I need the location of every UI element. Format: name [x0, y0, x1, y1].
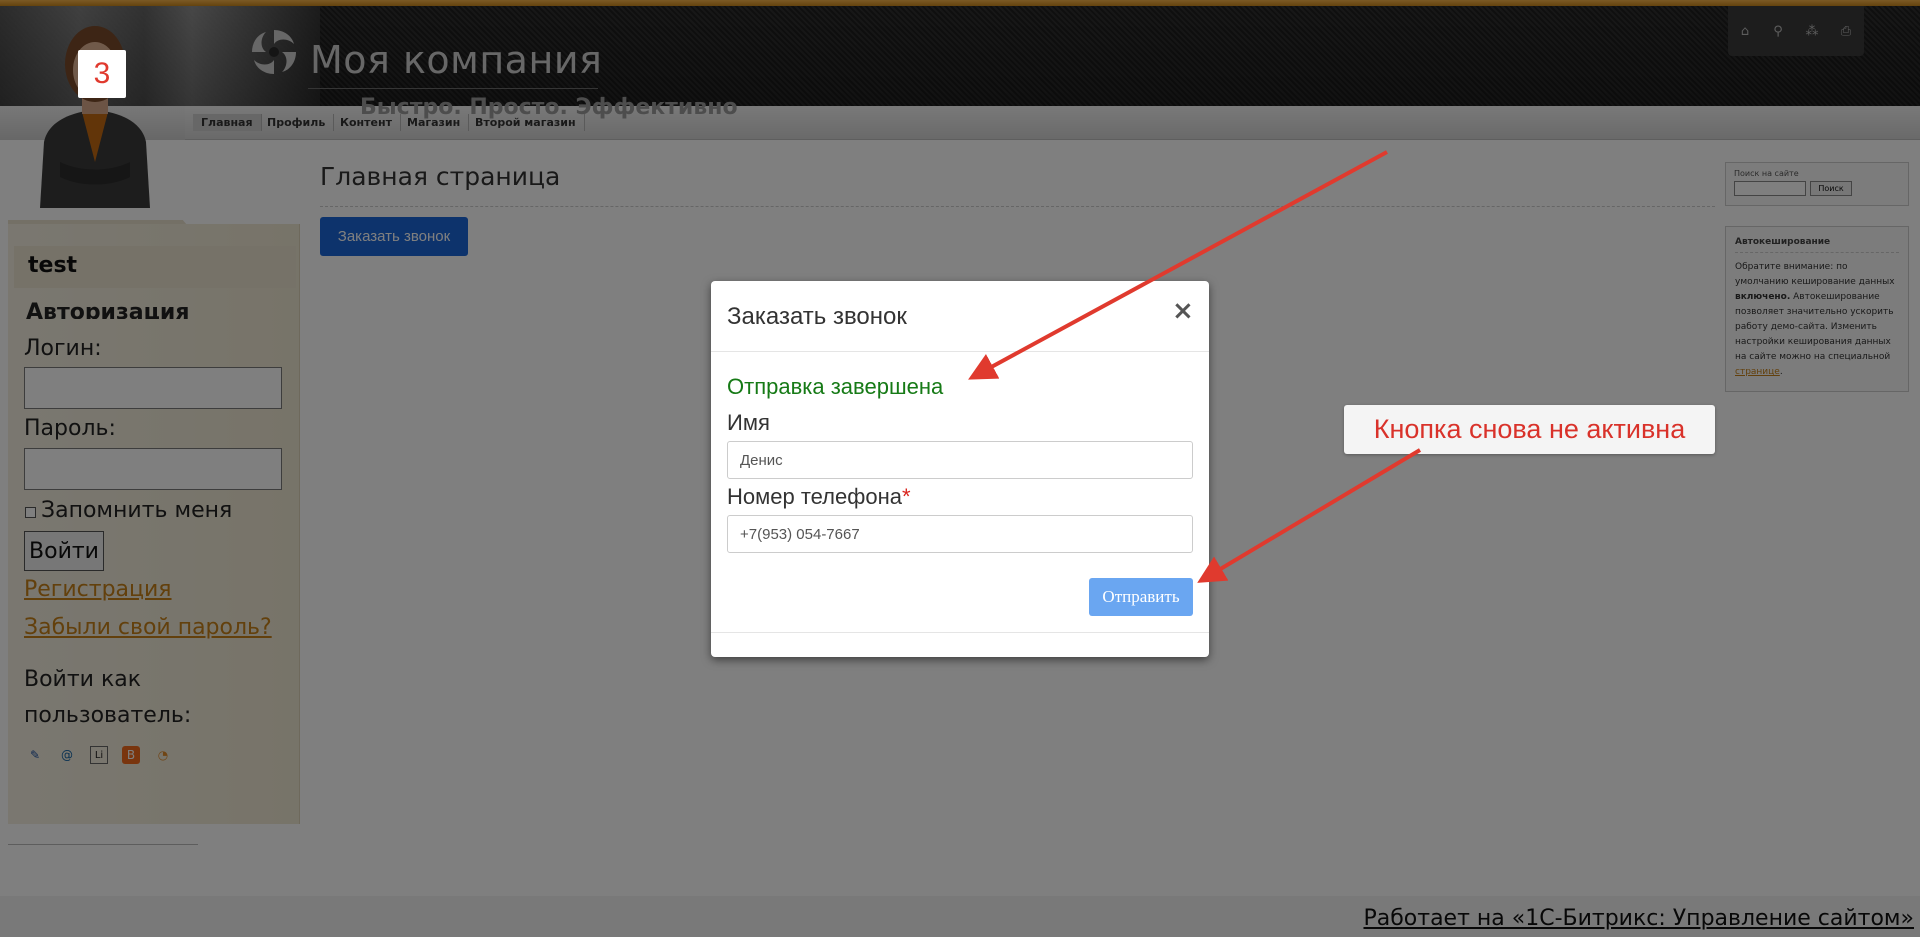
name-label: Имя — [727, 410, 770, 435]
phone-label-text: Номер телефона — [727, 484, 902, 509]
annotation-callout: Кнопка снова не активна — [1344, 405, 1715, 454]
modal-title: Заказать звонок — [727, 303, 907, 330]
close-icon[interactable]: × — [1172, 296, 1194, 326]
modal-header-divider — [711, 351, 1209, 352]
name-input[interactable] — [727, 441, 1193, 479]
step-number-badge: 3 — [78, 50, 126, 98]
phone-label: Номер телефона* — [727, 484, 911, 510]
success-message: Отправка завершена — [727, 374, 944, 399]
submit-button[interactable]: Отправить — [1089, 578, 1193, 616]
required-mark: * — [901, 484, 911, 509]
modal-footer-divider — [711, 632, 1209, 633]
phone-input[interactable] — [727, 515, 1193, 553]
